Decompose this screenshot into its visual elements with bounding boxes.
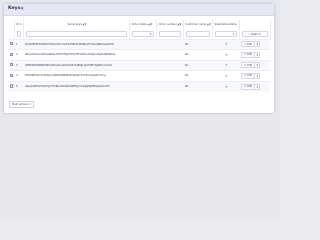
cell-order-number bbox=[156, 80, 183, 92]
edit-button[interactable]: ✎ Edit bbox=[241, 62, 256, 69]
cell-order-status bbox=[129, 38, 156, 50]
filter-row: ▾ ▾ ⌕ Search bbox=[8, 29, 271, 39]
keys-table-wrapper: ID⇅ Serial keys▲▼ Order status▲▼ Order n… bbox=[8, 20, 271, 92]
table-header-row: ID⇅ Serial keys▲▼ Order status▲▼ Order n… bbox=[8, 20, 271, 29]
row-checkbox[interactable] bbox=[10, 52, 14, 56]
cell-order-status bbox=[129, 70, 156, 81]
cell-id: 4 bbox=[14, 70, 23, 81]
pencil-icon: ✎ bbox=[244, 63, 247, 67]
check-icon: ✔ bbox=[224, 42, 228, 47]
edit-button[interactable]: ✎ Edit bbox=[241, 41, 256, 48]
chevron-down-icon: ▾ bbox=[29, 103, 31, 106]
table-row: 3 QfMK5ZDtRBNUf2Dq8VsAGsdrKZdQbYtq8MJnhp… bbox=[8, 59, 270, 71]
check-icon: ✔ bbox=[224, 52, 228, 57]
cell-customer-name: No bbox=[183, 38, 212, 50]
cell-serial-key: ZbXPZ8TXnUTNUQnm6WSQNfCNARmb4kYDcFKmeQqz… bbox=[23, 70, 129, 81]
close-icon[interactable]: ✕ bbox=[20, 6, 24, 12]
search-button[interactable]: ⌕ Search bbox=[241, 30, 268, 37]
pencil-icon: ✎ bbox=[244, 53, 247, 57]
bulk-actions-button[interactable]: Bulk actions ▾ bbox=[9, 101, 35, 108]
pencil-icon: ✎ bbox=[244, 74, 247, 78]
cell-customer-name: No bbox=[183, 49, 212, 60]
table-row: 2 R4uKmHbwuZXfrp6NqumHHVNtyD5QmPFLZTcbvK… bbox=[8, 49, 270, 60]
sort-arrows-icon: ⇅ bbox=[19, 23, 23, 26]
sort-arrows-icon: ▲▼ bbox=[206, 23, 211, 26]
cell-id: 3 bbox=[14, 59, 23, 71]
edit-button[interactable]: ✎ Edit bbox=[241, 72, 256, 79]
cell-serial-key: R4uKmHbwuZXfrp6NqumHHVNtyD5QmPFLZTcbvKGJ… bbox=[23, 49, 129, 60]
row-checkbox[interactable] bbox=[10, 42, 14, 46]
cell-customer-name: No bbox=[183, 70, 212, 81]
row-actions-dropdown[interactable]: ▾ bbox=[255, 62, 261, 69]
check-icon: ✔ bbox=[224, 73, 228, 78]
column-header-customer-name[interactable]: Customer name▲▼ bbox=[183, 20, 213, 29]
filter-order-status-select[interactable]: ▾ bbox=[131, 30, 154, 37]
cell-order-number bbox=[156, 49, 183, 60]
cell-order-status bbox=[129, 49, 156, 60]
edit-button[interactable]: ✎ Edit bbox=[241, 83, 256, 90]
modal-header: Keys ✕ bbox=[4, 4, 274, 16]
row-checkbox[interactable] bbox=[10, 73, 14, 77]
cell-order-status bbox=[129, 80, 156, 92]
check-icon: ✔ bbox=[224, 84, 228, 89]
cell-id: 5 bbox=[14, 80, 23, 92]
cell-id: 2 bbox=[14, 49, 23, 60]
sort-arrows-icon: ▲▼ bbox=[177, 23, 182, 26]
column-header-selectable-status: Selectable status bbox=[212, 20, 240, 29]
chevron-down-icon: ▾ bbox=[232, 32, 235, 37]
cell-order-number bbox=[156, 38, 183, 50]
column-header-serial-keys[interactable]: Serial keys▲▼ bbox=[23, 20, 130, 29]
filter-customer-name-input[interactable] bbox=[185, 30, 210, 37]
cell-order-number bbox=[156, 70, 183, 81]
row-actions-dropdown[interactable]: ▾ bbox=[255, 51, 261, 58]
keys-modal: Keys ✕ ID⇅ Serial keys▲▼ Order status▲▼ … bbox=[4, 4, 274, 113]
pencil-icon: ✎ bbox=[244, 85, 247, 88]
check-icon: ✔ bbox=[224, 63, 228, 68]
row-actions-dropdown[interactable]: ▾ bbox=[255, 83, 261, 90]
cell-order-status bbox=[129, 59, 156, 71]
row-actions-dropdown[interactable]: ▾ bbox=[255, 72, 261, 79]
sort-arrows-icon: ▲▼ bbox=[148, 23, 153, 26]
column-header-id[interactable]: ID⇅ bbox=[14, 20, 24, 29]
cell-id: 1 bbox=[14, 38, 23, 50]
cell-serial-key: QfMK5ZDtRBNUf2Dq8VsAGsdrKZdQbYtq8MJnhpH9… bbox=[23, 59, 129, 71]
cell-customer-name: No bbox=[183, 59, 212, 71]
row-checkbox[interactable] bbox=[10, 63, 14, 67]
cell-order-number bbox=[156, 59, 183, 71]
table-row: 1 Q2jXtNFB5KDbGH5WhjLSGrYwsT4Z9KHmNfS8pW… bbox=[8, 38, 270, 50]
actions-header bbox=[239, 20, 271, 29]
filter-order-number-input[interactable] bbox=[158, 30, 181, 37]
column-header-order-number[interactable]: Order number▲▼ bbox=[156, 20, 184, 29]
edit-button[interactable]: ✎ Edit bbox=[241, 51, 256, 58]
pencil-icon: ✎ bbox=[244, 42, 247, 46]
table-row: 5 S4pQcNEbd5XzkFyQ7t3Kbm9Xa9CRPfMy2rXwRg… bbox=[8, 80, 270, 92]
filter-id-input[interactable] bbox=[16, 30, 21, 37]
cell-customer-name: No bbox=[183, 80, 212, 92]
cell-serial-key: Q2jXtNFB5KDbGH5WhjLSGrYwsT4Z9KHmNfS8pWTn… bbox=[23, 38, 129, 50]
filter-selectable-status-select[interactable]: ▾ bbox=[214, 30, 237, 37]
search-icon: ⌕ bbox=[248, 31, 250, 36]
sort-arrows-icon: ▲▼ bbox=[82, 23, 87, 26]
column-header-order-status[interactable]: Order status▲▼ bbox=[129, 20, 157, 29]
cell-serial-key: S4pQcNEbd5XzkFyQ7t3Kbm9Xa9CRPfMy2rXwRgMp… bbox=[23, 80, 129, 92]
chevron-down-icon: ▾ bbox=[149, 32, 152, 37]
modal-title: Keys bbox=[8, 6, 21, 11]
row-checkbox[interactable] bbox=[10, 84, 14, 88]
keys-table: ID⇅ Serial keys▲▼ Order status▲▼ Order n… bbox=[8, 20, 271, 92]
table-row: 4 ZbXPZ8TXnUTNUQnm6WSQNfCNARmb4kYDcFKmeQ… bbox=[8, 70, 270, 81]
filter-serial-key-input[interactable] bbox=[25, 30, 127, 37]
row-actions-dropdown[interactable]: ▾ bbox=[255, 41, 261, 48]
